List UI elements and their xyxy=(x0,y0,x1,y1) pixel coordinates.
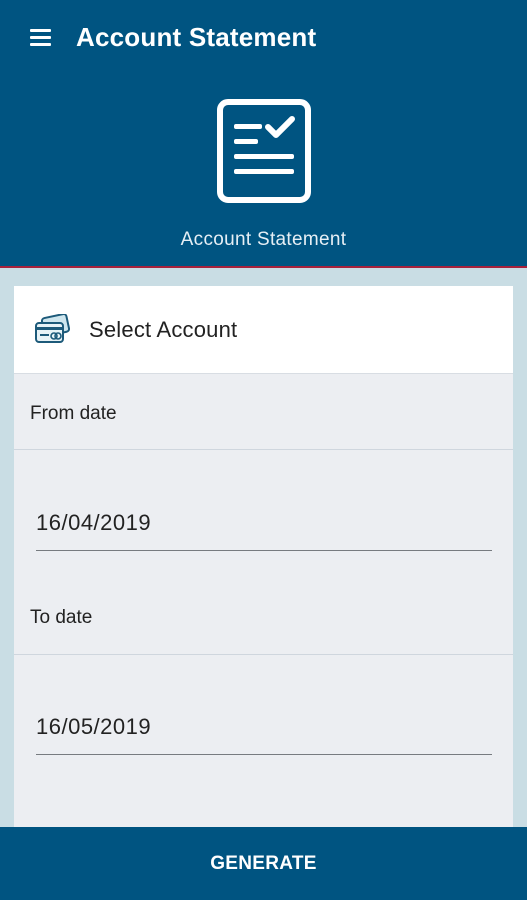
document-check-icon xyxy=(217,99,311,203)
footer-bar: GENERATE xyxy=(0,827,527,900)
from-date-field[interactable] xyxy=(36,495,492,551)
card-icon xyxy=(35,314,70,343)
to-date-label: To date xyxy=(30,607,93,628)
to-date-field[interactable] xyxy=(36,699,492,755)
hero-label: Account Statement xyxy=(180,229,347,250)
select-account-label: Select Account xyxy=(89,317,238,342)
app-header: Account Statement Account Statement xyxy=(0,0,527,268)
select-account-button[interactable]: Select Account xyxy=(14,286,513,374)
divider xyxy=(14,654,513,655)
hamburger-menu-icon[interactable] xyxy=(28,28,54,48)
statement-form: Select Account From date To date xyxy=(14,286,513,846)
page-title: Account Statement xyxy=(76,22,317,52)
generate-button[interactable]: GENERATE xyxy=(0,827,527,900)
from-date-label: From date xyxy=(30,403,117,424)
divider xyxy=(14,449,513,450)
